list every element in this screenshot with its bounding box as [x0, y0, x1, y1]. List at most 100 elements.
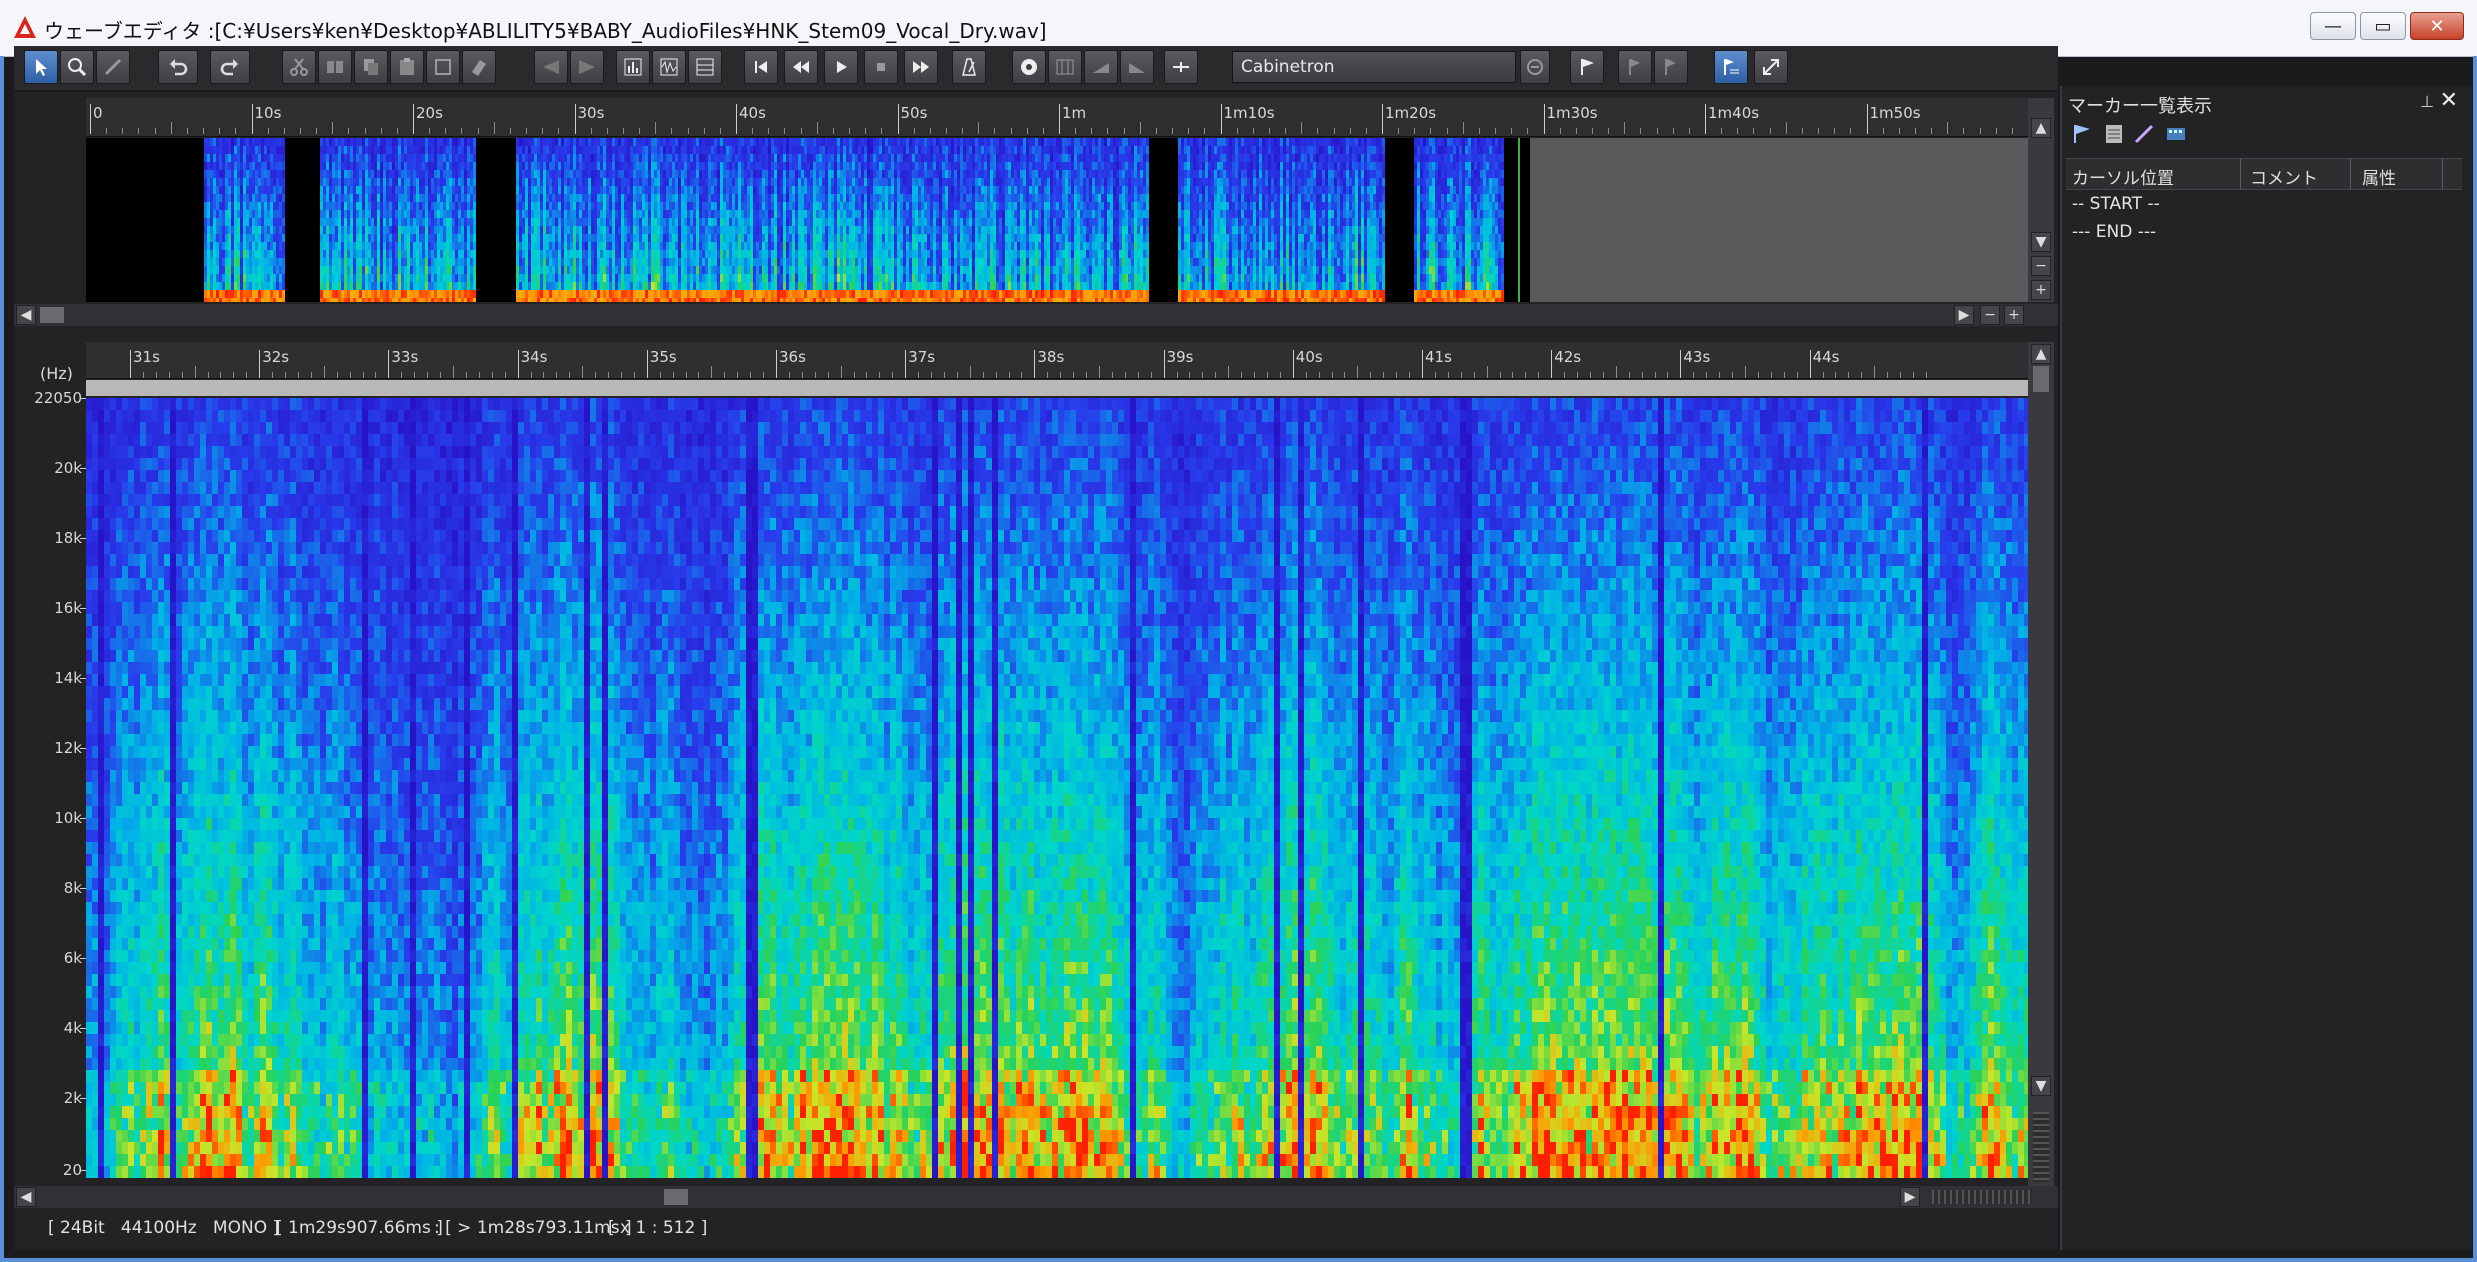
skip-to-start-button[interactable]	[744, 50, 778, 84]
insert-silence-button[interactable]	[1164, 50, 1198, 84]
overview-spectrogram-cell	[765, 210, 768, 218]
redo-button[interactable]	[210, 50, 250, 84]
overview-spectrogram-cell	[702, 154, 705, 162]
overview-spectrogram-cell	[903, 290, 906, 298]
overview-spectrogram-cell	[359, 186, 362, 194]
overview-spectrogram-cell	[909, 218, 912, 226]
overview-spectrogram-cell	[906, 138, 909, 146]
overview-spectrogram-cell	[573, 194, 576, 202]
overview-spectrogram-cell	[461, 218, 464, 226]
close-button[interactable]: ✕	[2410, 12, 2464, 40]
split-button[interactable]	[318, 50, 352, 84]
overview-spectrogram-cell	[237, 186, 240, 194]
overview-spectrogram-cell	[225, 258, 228, 266]
overview-spectrogram-cell	[714, 194, 717, 202]
overview-spectrogram-cell	[627, 226, 630, 234]
zoom-tool-button[interactable]	[60, 50, 94, 84]
metronome-button[interactable]	[952, 50, 986, 84]
pointer-tool-button[interactable]	[24, 50, 58, 84]
overview-spectrogram-cell	[723, 274, 726, 282]
overview-spectrogram-cell	[234, 202, 237, 210]
minimize-button[interactable]: —	[2310, 12, 2356, 40]
overview-spectrogram-cell	[540, 186, 543, 194]
overview-spectrogram-cell	[627, 258, 630, 266]
paste-button[interactable]	[390, 50, 424, 84]
overview-spectrogram-cell	[753, 162, 756, 170]
overview-spectrogram-cell	[383, 298, 386, 302]
play-button[interactable]	[824, 50, 858, 84]
waveform-view-button[interactable]	[652, 50, 686, 84]
overview-spectrogram-cell	[648, 138, 651, 146]
overview-spectrogram-cell	[222, 154, 225, 162]
overview-spectrogram-cell	[561, 226, 564, 234]
overview-spectrogram-cell	[897, 234, 900, 242]
overview-spectrogram-cell	[879, 162, 882, 170]
overview-spectrogram-cell	[416, 242, 419, 250]
overview-spectrogram-cell	[705, 298, 708, 302]
grid-view-button[interactable]	[688, 50, 722, 84]
overview-spectrogram-cell	[380, 146, 383, 154]
overview-ruler[interactable]: 0 10s 20s 30s 40s 50s 1m 1m10s 1m20s 1m30s 1m40s 1m…	[86, 98, 2028, 137]
overview-spectrogram-cell	[795, 298, 798, 302]
overview-spectrogram-cell	[458, 266, 461, 274]
copy-button[interactable]	[354, 50, 388, 84]
erase-button[interactable]	[462, 50, 496, 84]
prev-marker-button[interactable]	[1618, 50, 1652, 84]
overview-spectrogram-cell	[624, 258, 627, 266]
overview-spectrogram-cell	[258, 258, 261, 266]
overview-spectrogram-cell	[696, 282, 699, 290]
fast-forward-button[interactable]	[904, 50, 938, 84]
overview-spectrogram-cell	[702, 162, 705, 170]
marker-flag-button[interactable]	[1570, 50, 1604, 84]
overview-spectrogram-cell	[696, 242, 699, 250]
overview-spectrogram-cell	[624, 162, 627, 170]
fullscreen-button[interactable]	[1754, 50, 1788, 84]
play-icon	[837, 61, 847, 73]
overview-spectrogram-cell	[858, 250, 861, 258]
overview-spectrogram-cell	[939, 234, 942, 242]
mixer-button[interactable]	[1048, 50, 1082, 84]
stop-button[interactable]	[864, 50, 898, 84]
overview-spectrogram-cell	[804, 186, 807, 194]
rewind-button[interactable]	[784, 50, 818, 84]
overview-spectrogram-cell	[699, 250, 702, 258]
next-marker-button[interactable]	[1654, 50, 1688, 84]
overview-spectrogram-cell	[810, 202, 813, 210]
insert-icon	[1173, 62, 1189, 72]
overview-spectrogram-cell	[825, 178, 828, 186]
overview-spectrogram-cell	[873, 138, 876, 146]
overview-spectrogram-cell	[948, 146, 951, 154]
pencil-tool-button[interactable]	[96, 50, 130, 84]
overview-spectrogram-cell	[723, 186, 726, 194]
overview-spectrogram-cell	[900, 250, 903, 258]
overview-spectrogram-cell	[582, 178, 585, 186]
overview-spectrogram-cell	[852, 218, 855, 226]
undo-button[interactable]	[158, 50, 198, 84]
overview-spectrogram-cell	[261, 274, 264, 282]
maximize-button[interactable]: ▭	[2360, 12, 2406, 40]
record-button[interactable]	[1012, 50, 1046, 84]
cut-button[interactable]	[282, 50, 316, 84]
overview-spectrogram-cell	[717, 170, 720, 178]
effect-select[interactable]: Cabinetron	[1232, 51, 1516, 83]
overview-spectrogram-cell	[431, 290, 434, 298]
effect-power-button[interactable]	[1520, 50, 1550, 84]
fade-out-button[interactable]	[1120, 50, 1154, 84]
overview-spectrogram-cell	[413, 290, 416, 298]
overview-spectrogram-cell	[669, 154, 672, 162]
overview-spectrogram-cell	[708, 210, 711, 218]
overview-spectrogram-cell	[927, 250, 930, 258]
overview-spectrogram-cell	[389, 146, 392, 154]
overview-spectrogram[interactable]	[86, 138, 2028, 302]
overview-spectrogram-cell	[395, 218, 398, 226]
trim-left-button[interactable]	[534, 50, 568, 84]
overview-spectrogram-cell	[606, 146, 609, 154]
overview-spectrogram-cell	[543, 282, 546, 290]
fade-in-button[interactable]	[1084, 50, 1118, 84]
marker-list-button[interactable]	[1714, 50, 1748, 84]
crop-button[interactable]	[426, 50, 460, 84]
trim-right-button[interactable]	[570, 50, 604, 84]
overview-spectrogram-cell	[558, 154, 561, 162]
overview-spectrogram-cell	[606, 154, 609, 162]
spectrum-view-button[interactable]	[616, 50, 650, 84]
